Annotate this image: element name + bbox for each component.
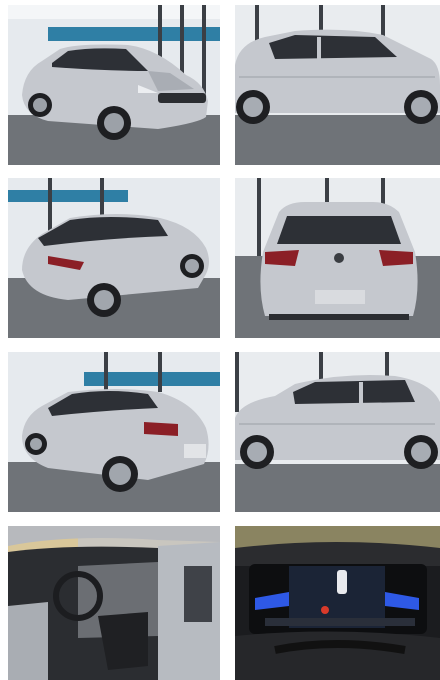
photo-gallery xyxy=(0,0,440,680)
car-interior-image xyxy=(8,526,220,680)
car-rear-image xyxy=(235,178,440,338)
car-side-left-image xyxy=(235,352,440,512)
gallery-photo-rear-left-close[interactable] xyxy=(8,352,220,512)
gallery-photo-rear[interactable] xyxy=(235,178,440,338)
gallery-photo-rear-left[interactable] xyxy=(8,178,220,338)
gallery-photo-front-left[interactable] xyxy=(8,5,220,165)
gallery-photo-side-right[interactable] xyxy=(235,5,440,165)
car-side-right-image xyxy=(235,5,440,165)
car-front-left-image xyxy=(8,5,220,165)
car-rear-left-image xyxy=(8,178,220,338)
gallery-photo-side-left[interactable] xyxy=(235,352,440,512)
car-rear-left-close-image xyxy=(8,352,220,512)
gallery-photo-instrument-cluster[interactable] xyxy=(235,526,440,680)
instrument-cluster-image xyxy=(235,526,440,680)
gallery-photo-interior-driver-door[interactable] xyxy=(8,526,220,680)
